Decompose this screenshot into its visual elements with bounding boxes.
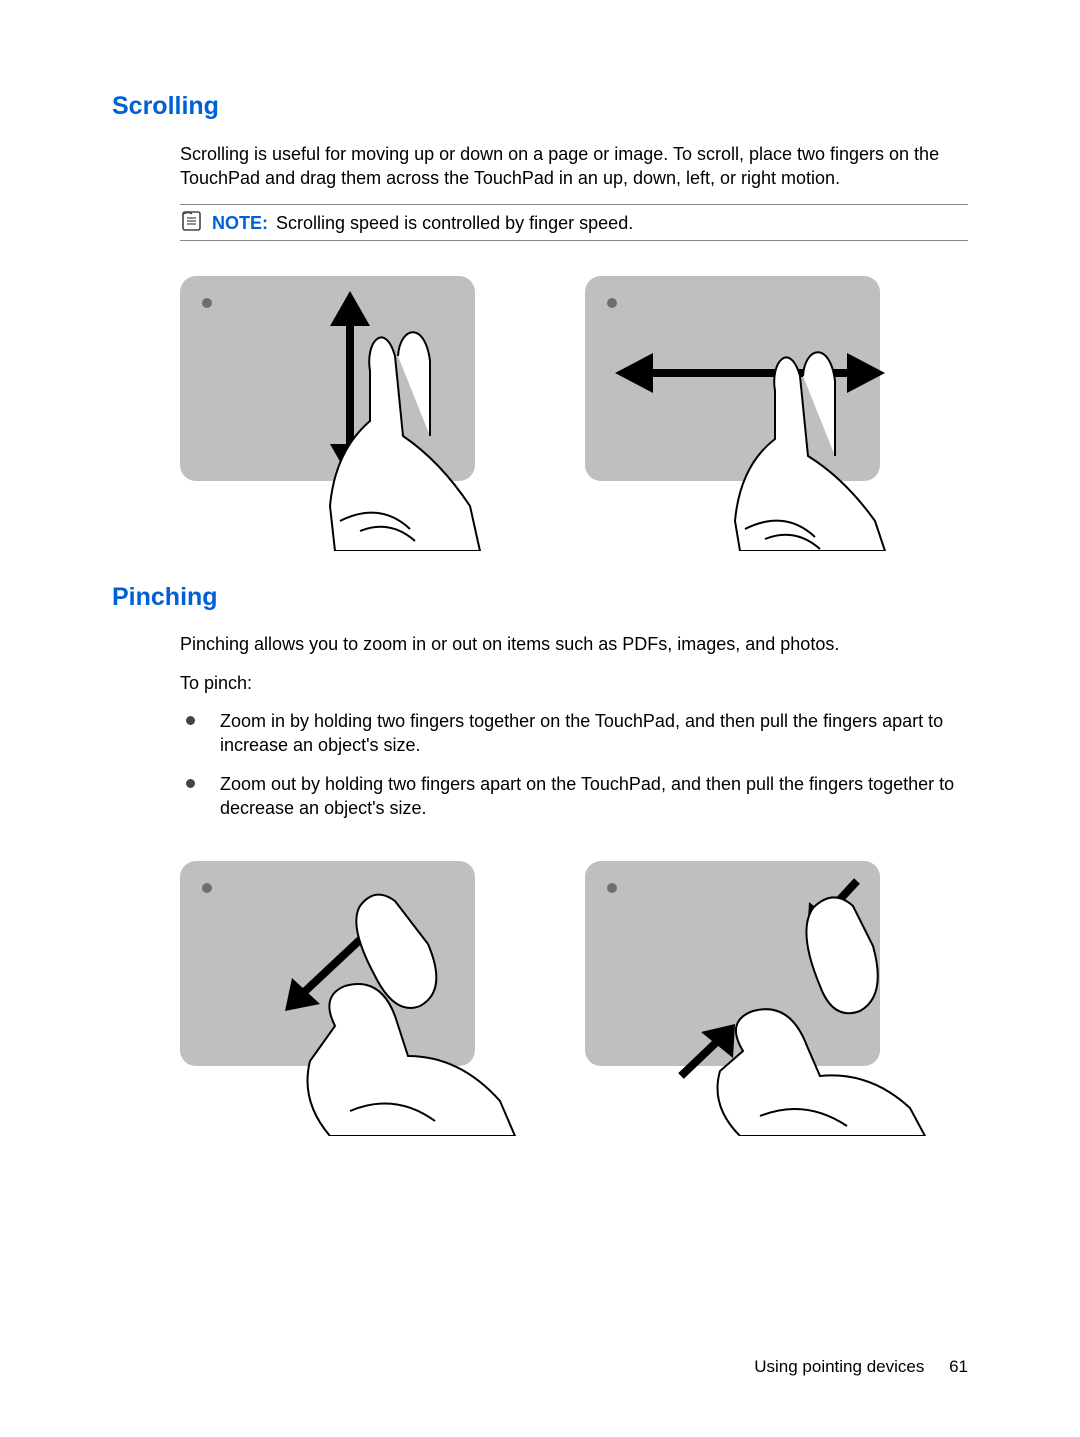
scrolling-paragraph: Scrolling is useful for moving up or dow… — [180, 142, 968, 191]
figure-pinch-zoom-in — [180, 846, 535, 1136]
footer-page-number: 61 — [949, 1357, 968, 1376]
list-item: Zoom in by holding two fingers together … — [180, 709, 968, 758]
pinching-paragraph1: Pinching allows you to zoom in or out on… — [180, 632, 968, 656]
pinching-figures — [180, 846, 968, 1136]
list-item: Zoom out by holding two fingers apart on… — [180, 772, 968, 821]
note-block: NOTE: Scrolling speed is controlled by fi… — [180, 204, 968, 240]
heading-scrolling: Scrolling — [112, 90, 968, 124]
note-text: Scrolling speed is controlled by finger … — [276, 213, 633, 233]
pinching-paragraph2: To pinch: — [180, 671, 968, 695]
page-footer: Using pointing devices 61 — [754, 1356, 968, 1379]
scrolling-figures — [180, 261, 968, 551]
heading-pinching: Pinching — [112, 581, 968, 615]
figure-scroll-vertical — [180, 261, 535, 551]
figure-pinch-zoom-out — [585, 846, 940, 1136]
note-icon — [180, 209, 204, 233]
figure-scroll-horizontal — [585, 261, 940, 551]
pinching-bullet-list: Zoom in by holding two fingers together … — [180, 709, 968, 820]
note-label: NOTE: — [212, 213, 268, 233]
footer-section-title: Using pointing devices — [754, 1357, 924, 1376]
